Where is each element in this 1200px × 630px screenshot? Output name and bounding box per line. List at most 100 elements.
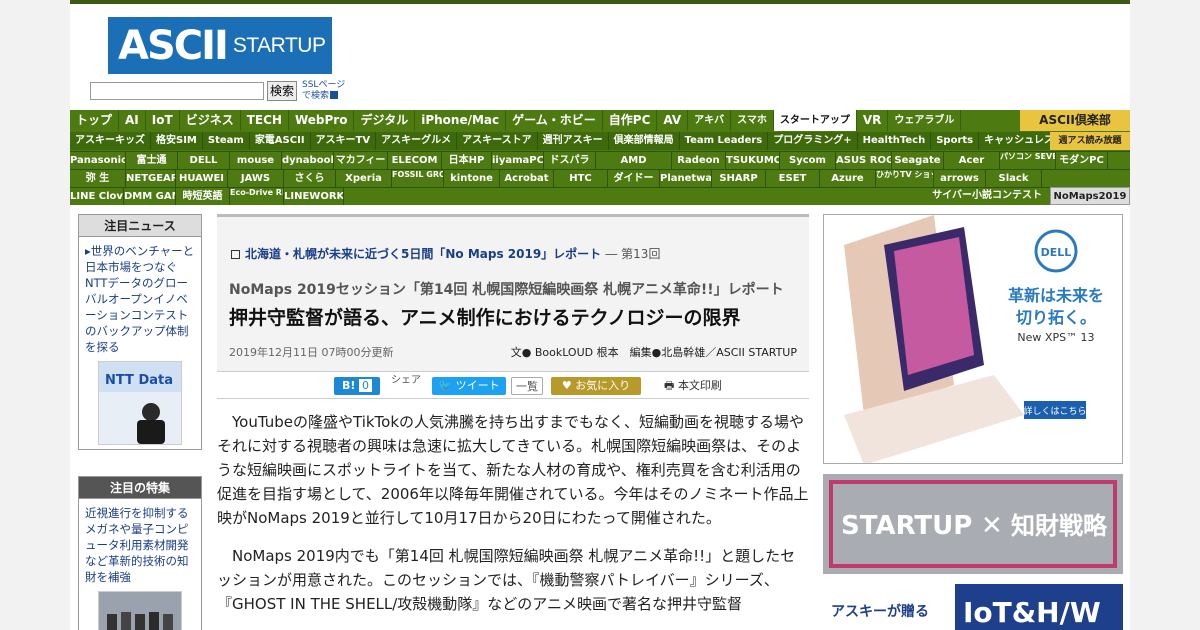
brand-link-0-14[interactable]: ASUS ROG — [836, 152, 892, 169]
brand-link-0-0[interactable]: Panasonic — [70, 152, 126, 169]
featured-news-link[interactable]: ▸世界のベンチャーと日本市場をつなぐNTTデータのグローバルオープンイノベーショ… — [79, 237, 201, 359]
brand-link-1-3[interactable]: JAWS — [228, 170, 284, 187]
brand-row: 弥 生NETGEARHUAWEIJAWSさくらXperiaFOSSIL GROU… — [70, 169, 1130, 187]
brand-link-1-1[interactable]: NETGEAR — [126, 170, 176, 187]
nav-item-13[interactable]: スタートアップ — [773, 110, 857, 131]
featured-news-photo[interactable]: NTT Data — [98, 361, 182, 445]
subnav-item-4[interactable]: アスキーTV — [311, 132, 377, 150]
series-link[interactable]: 北海道・札幌が未来に近づく5日間「No Maps 2019」レポート ― 第13… — [231, 245, 660, 262]
nav-item-pc[interactable]: 自作PC — [603, 110, 658, 131]
tweet-button[interactable]: 🐦 ツイート — [432, 377, 506, 395]
nav-item-12[interactable]: スマホ — [731, 110, 774, 131]
brand-link-1-6[interactable]: FOSSIL GROUP — [392, 170, 444, 187]
dell-ad[interactable]: DELL 革新は未来を 切り拓く。 New XPS™ 13 詳しくはこちら — [823, 214, 1123, 464]
subnav-item-9[interactable]: Team Leaders — [680, 132, 769, 150]
nav-item-av[interactable]: AV — [657, 110, 689, 131]
nav-item-15[interactable]: ウェアラブル — [888, 110, 962, 131]
shukan-badge[interactable]: 週アス読み放題 — [1050, 132, 1130, 150]
subnav-item-7[interactable]: 週刊アスキー — [538, 132, 609, 150]
logo-brand: ASCII — [118, 22, 229, 69]
nomaps-tab[interactable]: NoMaps2019 — [1050, 187, 1130, 205]
logo-sub: STARTUP — [232, 33, 326, 57]
nav-item-webpro[interactable]: WebPro — [289, 110, 355, 131]
brand-link-0-17[interactable]: パソコン SEVEN — [1000, 152, 1056, 169]
nav-item-3[interactable]: ビジネス — [180, 110, 241, 131]
brand-link-2-0[interactable]: LINE Clova — [70, 188, 124, 205]
ascii-startup-logo[interactable]: ASCII STARTUP — [108, 17, 332, 74]
brand-link-2-4[interactable]: LINEWORKS — [284, 188, 344, 205]
nav-item-0[interactable]: トップ — [70, 110, 120, 131]
subnav-item-0[interactable]: アスキーキッズ — [70, 132, 151, 150]
nav-item-11[interactable]: アキバ — [688, 110, 732, 131]
brand-link-0-6[interactable]: ELECOM — [388, 152, 442, 169]
brand-link-0-5[interactable]: マカフィー — [334, 152, 388, 169]
nav-item-6[interactable]: デジタル — [354, 110, 416, 131]
subnav-item-3[interactable]: 家電ASCII — [250, 132, 311, 150]
startup-ip-ad[interactable]: STARTUP ✕ 知財戦略 — [823, 474, 1123, 574]
feature-link[interactable]: 近視進行を抑制するメガネや量子コンピュータ利用素材開発など革新的技術の知財を補強 — [79, 499, 201, 589]
brand-link-1-15[interactable]: ひかりTV ショッピング — [876, 170, 934, 187]
share-list-button[interactable]: 一覧 — [511, 377, 543, 395]
brand-link-0-10[interactable]: AMD — [596, 152, 672, 169]
hatena-bookmark-button[interactable]: B! 0 — [334, 377, 380, 395]
brand-link-1-11[interactable]: Planetway — [660, 170, 712, 187]
subnav-item-1[interactable]: 格安SIM — [151, 132, 203, 150]
brand-link-1-5[interactable]: Xperia — [336, 170, 392, 187]
brand-link-0-9[interactable]: ドスパラ — [544, 152, 596, 169]
brand-link-1-4[interactable]: さくら — [284, 170, 336, 187]
brand-link-1-9[interactable]: HTC — [554, 170, 608, 187]
subnav-item-11[interactable]: HealthTech — [858, 132, 932, 150]
print-button[interactable]: 🖶 本文印刷 — [655, 377, 731, 395]
brand-link-2-2[interactable]: 時短英語 — [176, 188, 230, 205]
search-button[interactable]: 検索 — [267, 81, 298, 101]
brand-link-0-12[interactable]: TSUKUMO — [726, 152, 780, 169]
brand-link-1-17[interactable]: Slack — [986, 170, 1042, 187]
brand-link-1-8[interactable]: Acrobat — [500, 170, 554, 187]
feature-photo[interactable] — [98, 591, 182, 630]
dell-cta: 詳しくはこちら — [1023, 405, 1086, 417]
brand-link-0-11[interactable]: Radeon — [672, 152, 726, 169]
brand-link-0-8[interactable]: iiyamaPC — [492, 152, 544, 169]
nav-item-tech[interactable]: TECH — [241, 110, 289, 131]
brand-link-0-3[interactable]: mouse — [230, 152, 282, 169]
ascii-club-link[interactable]: ASCII倶楽部 — [1020, 110, 1130, 131]
brand-link-1-12[interactable]: SHARP — [712, 170, 766, 187]
brand-link-0-7[interactable]: 日本HP — [442, 152, 492, 169]
brand-link-0-13[interactable]: Sycom — [780, 152, 836, 169]
brand-link-1-2[interactable]: HUAWEI — [176, 170, 228, 187]
brand-link-0-16[interactable]: Acer — [944, 152, 1000, 169]
brand-link-1-7[interactable]: kintone — [444, 170, 500, 187]
subnav-item-10[interactable]: プログラミング+ — [768, 132, 858, 150]
brand-link-1-10[interactable]: ダイドー — [608, 170, 660, 187]
nav-item-8[interactable]: ゲーム・ホビー — [506, 110, 603, 131]
subnav-item-13[interactable]: キャッシュレス — [979, 132, 1060, 150]
brand-link-1-14[interactable]: Azure — [820, 170, 876, 187]
brand-link-0-15[interactable]: Seagate — [892, 152, 944, 169]
search-input[interactable] — [90, 82, 264, 100]
feature-box: 注目の特集 近視進行を抑制するメガネや量子コンピュータ利用素材開発など革新的技術… — [78, 476, 202, 630]
brand-link-0-2[interactable]: DELL — [178, 152, 230, 169]
nav-item-iphone-mac[interactable]: iPhone/Mac — [415, 110, 507, 131]
subnav-item-8[interactable]: 倶楽部情報局 — [609, 132, 680, 150]
feature-heading: 注目の特集 — [79, 477, 201, 499]
nav-item-iot[interactable]: IoT — [146, 110, 180, 131]
brand-link-2-3[interactable]: Eco-Drive Riiiver — [230, 188, 284, 205]
subnav-item-2[interactable]: Steam — [203, 132, 250, 150]
subnav-item-6[interactable]: アスキーストア — [457, 132, 538, 150]
brand-link-0-1[interactable]: 富士通 — [126, 152, 178, 169]
subnav-item-12[interactable]: Sports — [931, 132, 980, 150]
subnav-item-5[interactable]: アスキーグルメ — [376, 132, 458, 150]
brand-link-1-13[interactable]: ESET — [766, 170, 820, 187]
favorite-button[interactable]: ♥ お気に入り — [551, 377, 641, 395]
brand-link-2-1[interactable]: DMM GAMES — [124, 188, 176, 205]
brand-link-0-4[interactable]: dynabook — [282, 152, 334, 169]
ssl-search-link[interactable]: SSLページ で検索 — [302, 80, 345, 102]
cyber-contest-link[interactable]: サイバー小説コンテスト — [926, 187, 1048, 205]
brand-link-1-16[interactable]: arrows — [934, 170, 986, 187]
brand-link-0-18[interactable]: モダンPC — [1056, 152, 1108, 169]
nav-item-ai[interactable]: AI — [119, 110, 146, 131]
brand-link-1-0[interactable]: 弥 生 — [70, 170, 126, 187]
nav-item-vr[interactable]: VR — [857, 110, 889, 131]
ad-startup-text: STARTUP — [841, 511, 972, 541]
iot-hw-ad[interactable]: アスキーが贈る IoT&H/W — [823, 584, 1123, 630]
